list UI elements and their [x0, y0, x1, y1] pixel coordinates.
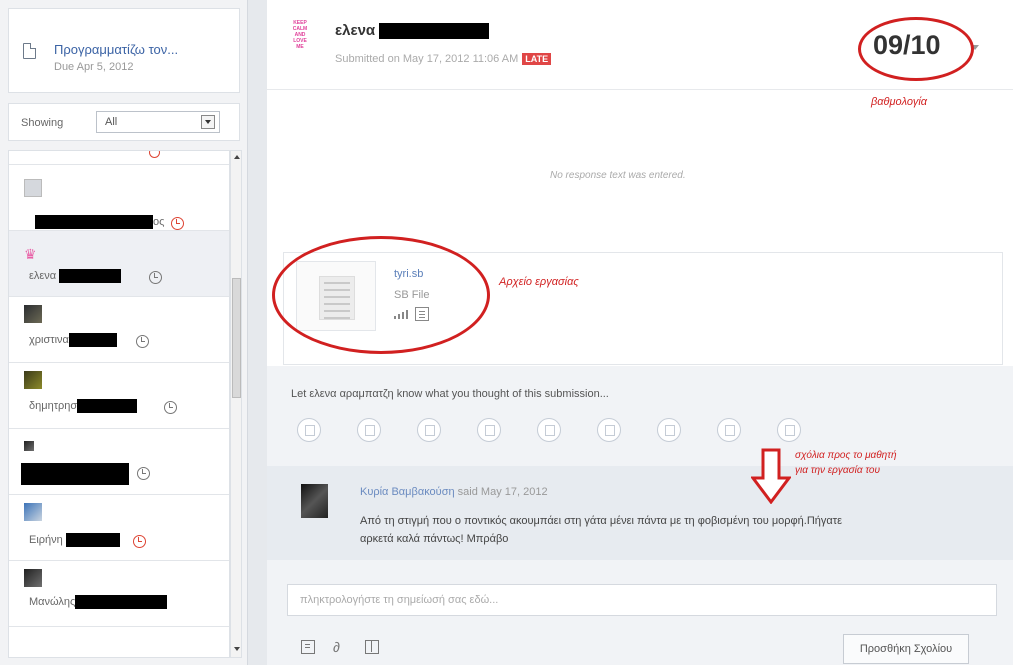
annotation-comment: σχόλια προς το μαθητή για την εργασία το… — [795, 450, 897, 476]
comment-text: Από τη στιγμή που ο ποντικός ακουμπάει σ… — [360, 515, 843, 545]
comment-author: Κυρία Βαμβακούση said May 17, 2012 — [360, 486, 548, 498]
reaction-icon[interactable] — [297, 418, 321, 442]
clock-icon — [137, 467, 150, 480]
reaction-icon[interactable] — [657, 418, 681, 442]
list-item[interactable]: ελενα — [9, 231, 229, 297]
clock-icon — [164, 401, 177, 414]
redaction — [77, 399, 138, 413]
list-item[interactable]: Μανώλης — [9, 561, 229, 627]
avatar — [301, 484, 328, 518]
feedback-section: Let ελενα αραμπατζη know what you though… — [267, 366, 1013, 665]
avatar — [24, 569, 42, 587]
chevron-down-icon[interactable] — [201, 115, 215, 129]
late-clock-icon — [171, 217, 184, 230]
list-item[interactable] — [9, 429, 229, 495]
late-clock-icon — [133, 535, 146, 548]
add-comment-button[interactable]: Προσθήκη Σχολίου — [843, 634, 969, 664]
student-name: Ειρήνη — [29, 533, 120, 547]
list-item[interactable]: ος — [9, 165, 229, 231]
list-item[interactable]: δημητρησ — [9, 363, 229, 429]
scrollbar[interactable] — [230, 150, 242, 658]
list-item[interactable]: χριστινα — [9, 297, 229, 363]
avatar: KEEP CALM AND LOVE ME — [292, 20, 308, 50]
annotation-file: Αρχείο εργασίας — [499, 276, 579, 288]
comment-input-box[interactable] — [287, 584, 997, 616]
link-icon[interactable]: ∂ — [333, 640, 347, 654]
reaction-icon[interactable] — [537, 418, 561, 442]
showing-select[interactable]: All — [96, 111, 220, 133]
filter-row: Showing All — [8, 103, 240, 141]
annotation-grade: βαθμολογία — [871, 96, 928, 108]
showing-select-value: All — [105, 116, 118, 128]
redaction — [21, 463, 129, 485]
submission-student-name: ελενα — [335, 22, 490, 40]
no-response-text: No response text was entered. — [550, 170, 686, 181]
scroll-down-icon[interactable] — [234, 647, 240, 651]
comment-item: Κυρία Βαμβακούση said May 17, 2012 Από τ… — [267, 466, 1013, 560]
student-sidebar: Προγραμματίζω τον... Due Apr 5, 2012 Sho… — [0, 0, 248, 665]
avatar — [24, 503, 42, 521]
reaction-bar — [297, 418, 817, 446]
grade-highlight-circle — [858, 17, 974, 81]
student-name: Μανώλης — [29, 595, 168, 609]
reaction-icon[interactable] — [597, 418, 621, 442]
late-badge: LATE — [522, 53, 552, 65]
reaction-icon[interactable] — [357, 418, 381, 442]
reaction-icon[interactable] — [417, 418, 441, 442]
assignment-title[interactable]: Προγραμματίζω τον... — [54, 42, 178, 57]
reaction-icon[interactable] — [777, 418, 801, 442]
assignment-header[interactable]: Προγραμματίζω τον... Due Apr 5, 2012 — [8, 8, 240, 93]
redaction — [65, 533, 120, 547]
showing-label: Showing — [21, 117, 64, 129]
assignment-due-date: Due Apr 5, 2012 — [54, 61, 134, 73]
submission-header: KEEP CALM AND LOVE ME ελενα Submitted on… — [267, 0, 1013, 108]
submission-panel: KEEP CALM AND LOVE ME ελενα Submitted on… — [267, 0, 1013, 665]
redaction — [379, 23, 490, 40]
student-name: χριστινα — [29, 333, 117, 347]
avatar — [24, 441, 34, 451]
redaction — [59, 269, 122, 283]
student-name: δημητρησ — [29, 399, 138, 413]
feedback-prompt: Let ελενα αραμπατζη know what you though… — [291, 388, 609, 400]
reaction-icon[interactable] — [717, 418, 741, 442]
avatar — [24, 371, 42, 389]
avatar — [24, 245, 42, 263]
book-icon[interactable] — [365, 640, 379, 654]
student-name — [21, 463, 129, 485]
avatar — [24, 305, 42, 323]
avatar — [24, 179, 42, 197]
redaction — [68, 333, 117, 347]
redaction — [35, 215, 153, 229]
redaction — [75, 595, 168, 609]
arrow-down-icon — [751, 448, 791, 504]
file-highlight-circle — [272, 236, 490, 354]
student-name: ελενα — [29, 269, 122, 283]
scroll-up-icon[interactable] — [234, 155, 240, 159]
late-clock-icon — [149, 151, 160, 158]
clock-icon — [136, 335, 149, 348]
student-name: ος — [35, 215, 164, 229]
note-icon[interactable] — [301, 640, 315, 654]
clock-icon — [149, 271, 162, 284]
scroll-thumb[interactable] — [232, 278, 241, 398]
reaction-icon[interactable] — [477, 418, 501, 442]
submission-meta: Submitted on May 17, 2012 11:06 AM LATE — [335, 53, 552, 65]
comment-input[interactable] — [288, 585, 996, 615]
student-list: ος ελενα χριστινα δημητρησ Ειρήνη — [8, 150, 230, 658]
document-icon — [23, 43, 36, 59]
list-item[interactable] — [9, 151, 229, 165]
list-item[interactable]: Ειρήνη — [9, 495, 229, 561]
